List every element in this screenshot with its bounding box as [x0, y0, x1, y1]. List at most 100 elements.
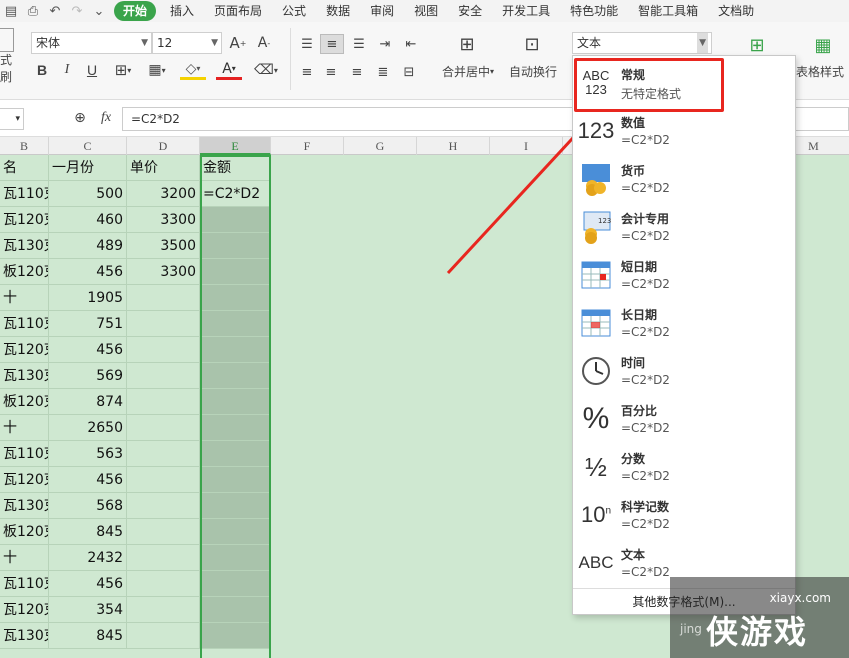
format-option-3[interactable]: 123 会计专用 =C2*D2 [573, 204, 795, 252]
cell-b[interactable]: 瓦130克 [0, 233, 49, 259]
column-header-e[interactable]: E [200, 137, 271, 155]
redo-icon[interactable]: ↷ [66, 0, 88, 22]
cell-e[interactable] [200, 623, 271, 649]
format-option-8[interactable]: ½ 分数 =C2*D2 [573, 444, 795, 492]
merge-center-icon[interactable]: ⊞ [453, 32, 481, 56]
cell-c[interactable]: 2432 [49, 545, 127, 571]
format-option-1[interactable]: 123 数值 =C2*D2 [573, 108, 795, 156]
cell-e[interactable] [200, 597, 271, 623]
cell-d[interactable] [127, 597, 200, 623]
conditional-format-icon[interactable]: ⊞ [744, 34, 770, 56]
format-option-4[interactable]: 短日期 =C2*D2 [573, 252, 795, 300]
cell-b[interactable]: 瓦110克 [0, 571, 49, 597]
cell-d[interactable] [127, 363, 200, 389]
column-header-f[interactable]: F [271, 137, 344, 155]
cell-e[interactable] [200, 441, 271, 467]
cell-b[interactable]: 瓦130克 [0, 493, 49, 519]
cell-c[interactable]: 569 [49, 363, 127, 389]
format-option-7[interactable]: % 百分比 =C2*D2 [573, 396, 795, 444]
format-option-9[interactable]: 10n 科学记数 =C2*D2 [573, 492, 795, 540]
cell-e[interactable] [200, 233, 271, 259]
tab-developer[interactable]: 开发工具 [492, 1, 560, 21]
cell-c[interactable]: 2650 [49, 415, 127, 441]
tab-insert[interactable]: 插入 [160, 1, 204, 21]
print-preview-icon[interactable]: ⎙ [22, 0, 44, 22]
column-header-b[interactable]: B [0, 137, 49, 155]
cell-e[interactable] [200, 311, 271, 337]
cell-d[interactable]: 3300 [127, 259, 200, 285]
cell-c[interactable]: 874 [49, 389, 127, 415]
undo-icon[interactable]: ↶ [44, 0, 66, 22]
cell-c[interactable]: 354 [49, 597, 127, 623]
cell-b[interactable]: 瓦120克 [0, 207, 49, 233]
fill-color-icon[interactable]: ◇ ▾ [180, 60, 206, 80]
cell-e[interactable] [200, 207, 271, 233]
align-top-icon[interactable]: ☰ [296, 34, 318, 54]
align-right-icon[interactable]: ≡ [346, 62, 368, 82]
decrease-font-icon[interactable]: A- [254, 32, 274, 54]
cell-b[interactable]: 瓦110克 [0, 311, 49, 337]
border-icon[interactable]: ⊞ ▾ [110, 60, 136, 80]
cell-c[interactable]: 一月份 [49, 155, 127, 181]
cell-c[interactable]: 456 [49, 337, 127, 363]
paste-icon[interactable] [0, 28, 14, 52]
distributed-icon[interactable]: ⊟ [398, 62, 420, 82]
table-style-icon[interactable]: ▦ [810, 34, 836, 56]
tab-security[interactable]: 安全 [448, 1, 492, 21]
wrap-text-icon[interactable]: ⊡ [518, 32, 546, 56]
tab-doc-assistant[interactable]: 文档助 [708, 1, 764, 21]
cell-c[interactable]: 845 [49, 623, 127, 649]
cell-c[interactable]: 456 [49, 259, 127, 285]
tab-page-layout[interactable]: 页面布局 [204, 1, 272, 21]
quick-access-dropdown-icon[interactable]: ⌄ [88, 0, 110, 22]
table-style-button[interactable]: 表格样式 [796, 62, 849, 80]
tab-view[interactable]: 视图 [404, 1, 448, 21]
cell-e[interactable]: 金额 [200, 155, 271, 181]
column-header-h[interactable]: H [417, 137, 490, 155]
format-option-2[interactable]: 货币 =C2*D2 [573, 156, 795, 204]
fill-pattern-icon[interactable]: ▦ ▾ [144, 60, 170, 80]
cell-e[interactable]: =C2*D2 [200, 181, 271, 207]
cell-e[interactable] [200, 363, 271, 389]
cell-d[interactable]: 3500 [127, 233, 200, 259]
cell-d[interactable]: 3200 [127, 181, 200, 207]
cell-d[interactable] [127, 571, 200, 597]
cell-b[interactable]: 瓦130克 [0, 623, 49, 649]
tab-special-features[interactable]: 特色功能 [560, 1, 628, 21]
cell-b[interactable]: 瓦120克 [0, 337, 49, 363]
cell-d[interactable]: 单价 [127, 155, 200, 181]
cell-d[interactable] [127, 337, 200, 363]
indent-decrease-icon[interactable]: ⇤ [400, 34, 422, 54]
cell-d[interactable] [127, 493, 200, 519]
column-header-i[interactable]: I [490, 137, 563, 155]
cell-e[interactable] [200, 285, 271, 311]
cell-d[interactable] [127, 441, 200, 467]
cell-e[interactable] [200, 519, 271, 545]
cell-d[interactable] [127, 467, 200, 493]
tab-smart-toolbox[interactable]: 智能工具箱 [628, 1, 708, 21]
cell-c[interactable]: 563 [49, 441, 127, 467]
increase-font-icon[interactable]: A + [228, 32, 248, 54]
wrap-text-button[interactable]: 自动换行 [505, 62, 561, 80]
cell-e[interactable] [200, 545, 271, 571]
font-name-select[interactable]: 宋体 ▼ [31, 32, 152, 54]
column-header-g[interactable]: G [344, 137, 417, 155]
name-box-dropdown[interactable]: ▾ [0, 108, 24, 130]
cell-e[interactable] [200, 389, 271, 415]
cell-b[interactable]: 板120克 [0, 519, 49, 545]
cell-e[interactable] [200, 571, 271, 597]
cell-c[interactable]: 500 [49, 181, 127, 207]
cell-d[interactable] [127, 415, 200, 441]
format-painter-button[interactable]: 式刷 [0, 53, 18, 84]
cell-c[interactable]: 456 [49, 571, 127, 597]
column-header-d[interactable]: D [127, 137, 200, 155]
align-left-icon[interactable]: ≡ [296, 62, 318, 82]
cell-e[interactable] [200, 493, 271, 519]
tab-data[interactable]: 数据 [316, 1, 360, 21]
cell-e[interactable] [200, 467, 271, 493]
cell-d[interactable]: 3300 [127, 207, 200, 233]
cell-c[interactable]: 845 [49, 519, 127, 545]
cell-d[interactable] [127, 519, 200, 545]
fx-icon[interactable]: fx [96, 108, 116, 128]
tab-home[interactable]: 开始 [114, 1, 157, 21]
